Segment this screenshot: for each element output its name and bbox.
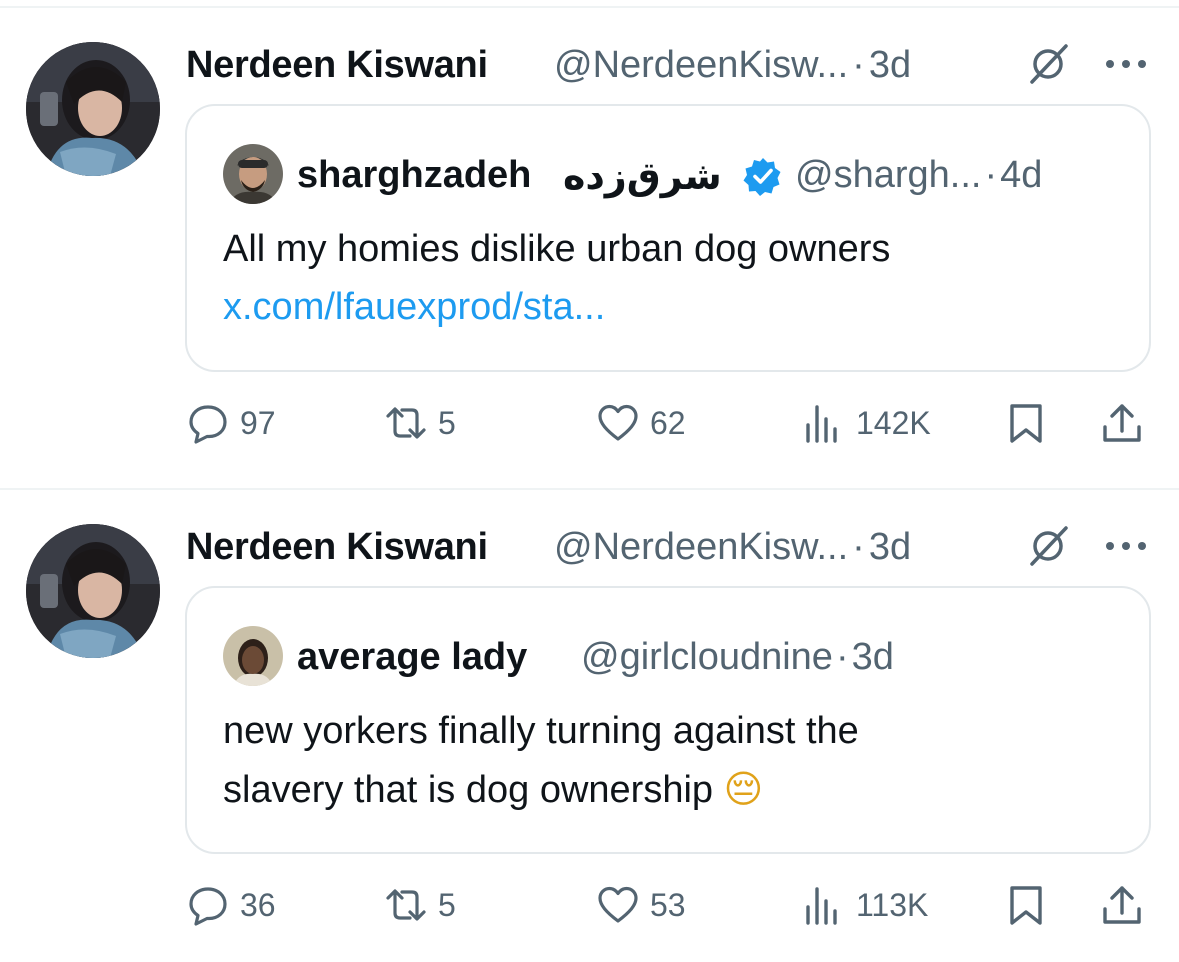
repost-icon (386, 407, 426, 439)
like-count: 53 (650, 886, 686, 923)
tweet-actions: 36 5 53 113K (186, 880, 1151, 930)
bookmark-button[interactable] (1004, 880, 1048, 930)
bookmark-icon (1010, 404, 1042, 443)
quoted-tweet-time: 3d (851, 636, 894, 678)
grok-icon[interactable] (1026, 524, 1070, 568)
quoted-tweet-text: All my homies dislike urban dog owners (223, 228, 891, 270)
like-count: 62 (650, 404, 686, 441)
tweet[interactable]: Nerdeen Kiswani @NerdeenKisw... · 3d avera… (0, 482, 1179, 962)
separator: · (852, 44, 865, 86)
separator: · (835, 636, 849, 678)
author-name[interactable]: Nerdeen Kiswani (186, 526, 488, 569)
separator: · (984, 154, 998, 196)
quoted-author-name-rtl[interactable]: شرق‌زده (563, 154, 722, 199)
author-avatar[interactable] (26, 524, 160, 658)
author-avatar[interactable] (26, 42, 160, 176)
repost-count: 5 (438, 886, 456, 923)
share-icon (1103, 886, 1141, 924)
reply-count: 97 (240, 404, 276, 441)
reply-icon (189, 405, 227, 444)
quoted-tweet[interactable]: average lady @girlcloudnine·3d new yorke… (185, 586, 1151, 854)
repost-icon (386, 889, 426, 921)
views-button[interactable]: 113K (802, 880, 928, 930)
repost-count: 5 (438, 404, 456, 441)
share-button[interactable] (1100, 880, 1144, 930)
share-icon (1103, 404, 1141, 442)
tweet[interactable]: Nerdeen Kiswani @NerdeenKisw... · 3d sharg… (0, 0, 1179, 488)
separator: · (852, 526, 865, 568)
author-handle[interactable]: @NerdeenKisw... · 3d (554, 526, 911, 569)
reply-button[interactable]: 36 (186, 880, 276, 930)
repost-button[interactable]: 5 (384, 880, 456, 930)
quoted-author-avatar[interactable] (223, 626, 283, 686)
tweet-time[interactable]: 3d (869, 526, 911, 568)
views-icon (806, 405, 837, 443)
bookmark-icon (1010, 886, 1042, 925)
quoted-tweet-text-line-2: slavery that is dog ownership 😔 (223, 767, 764, 811)
share-button[interactable] (1100, 398, 1144, 448)
more-icon[interactable] (1104, 58, 1148, 70)
views-count: 113K (856, 886, 929, 923)
more-icon[interactable] (1104, 540, 1148, 552)
reply-count: 36 (240, 886, 276, 923)
reply-button[interactable]: 97 (186, 398, 276, 448)
views-count: 142K (856, 404, 931, 441)
author-handle[interactable]: @NerdeenKisw... · 3d (554, 44, 911, 87)
repost-button[interactable]: 5 (384, 398, 456, 448)
quoted-tweet-time: 4d (1000, 154, 1043, 196)
pensive-emoji: 😔 (723, 767, 764, 811)
like-button[interactable]: 62 (596, 398, 686, 448)
verified-badge-icon (743, 158, 781, 196)
views-icon (806, 887, 837, 925)
views-button[interactable]: 142K (802, 398, 931, 448)
quoted-author-avatar[interactable] (223, 144, 283, 204)
quoted-author-name[interactable]: average lady (297, 636, 527, 679)
quoted-author-handle[interactable]: @shargh...·4d (795, 154, 1042, 197)
grok-icon[interactable] (1026, 42, 1070, 86)
heart-icon (598, 404, 638, 441)
author-name[interactable]: Nerdeen Kiswani (186, 44, 488, 87)
quoted-author-handle[interactable]: @girlcloudnine·3d (581, 636, 894, 679)
quoted-tweet[interactable]: sharghzadeh شرق‌زده @shargh...·4d All my… (185, 104, 1151, 372)
tweet-header: Nerdeen Kiswani @NerdeenKisw... · 3d (186, 40, 1159, 90)
heart-icon (598, 886, 638, 923)
tweet-actions: 97 5 62 142K (186, 398, 1151, 448)
quoted-author-name[interactable]: sharghzadeh (297, 154, 531, 197)
quoted-tweet-text-line-1: new yorkers finally turning against the (223, 710, 859, 752)
bookmark-button[interactable] (1004, 398, 1048, 448)
like-button[interactable]: 53 (596, 880, 686, 930)
quoted-tweet-link[interactable]: x.com/lfauexprod/sta... (223, 286, 605, 329)
tweet-time[interactable]: 3d (869, 44, 911, 86)
reply-icon (189, 887, 227, 926)
tweet-header: Nerdeen Kiswani @NerdeenKisw... · 3d (186, 522, 1159, 572)
